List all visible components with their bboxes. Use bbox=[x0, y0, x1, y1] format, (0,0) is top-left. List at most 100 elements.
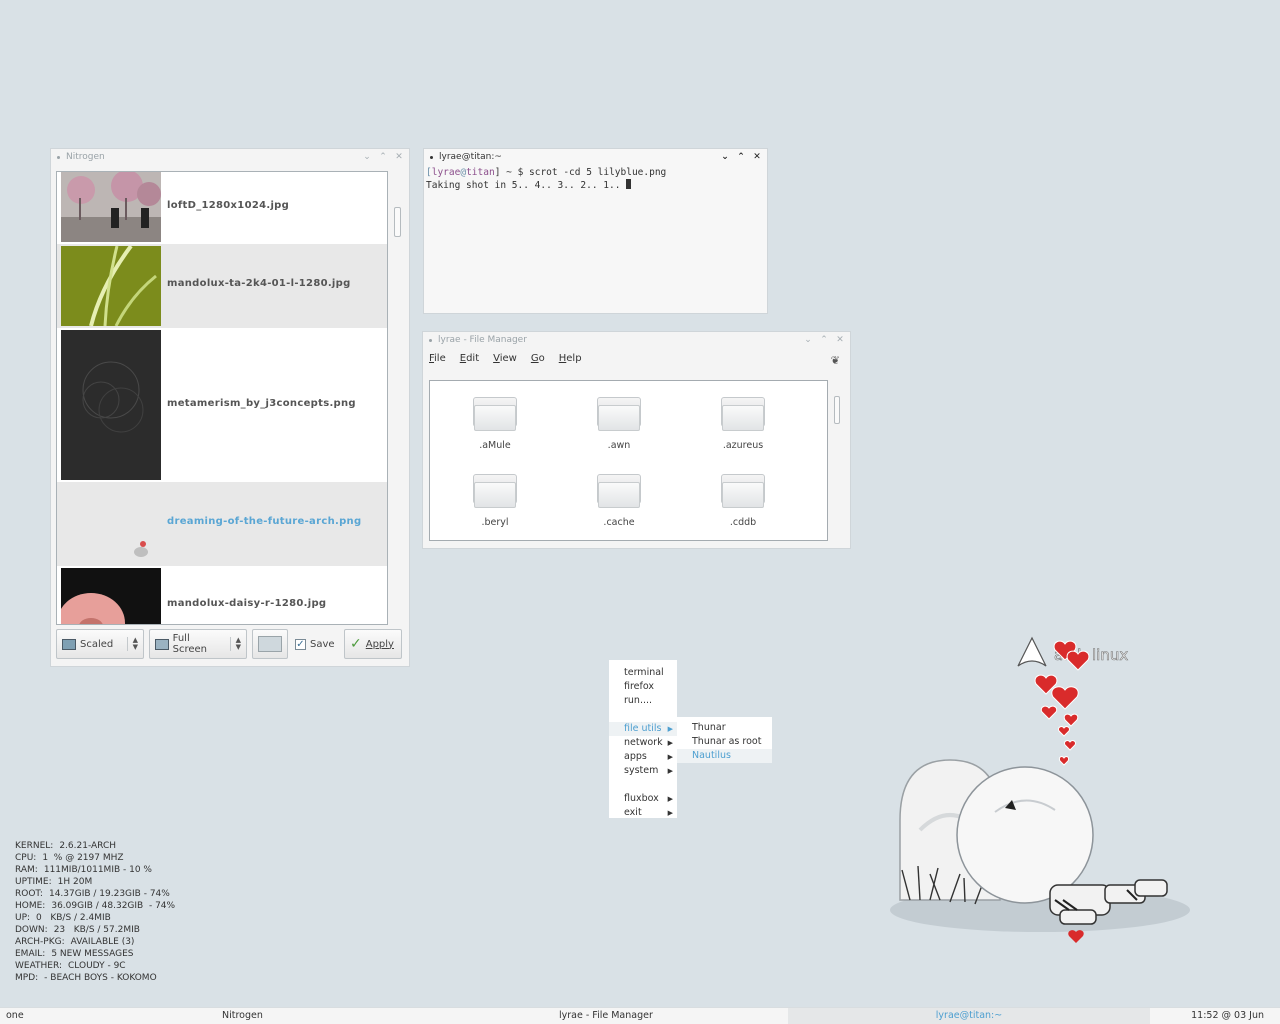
apply-label: Apply bbox=[365, 638, 394, 650]
close-icon[interactable]: ✕ bbox=[836, 336, 844, 345]
window-menu-icon[interactable] bbox=[429, 338, 432, 342]
file-name: mandolux-ta-2k4-01-l-1280.jpg bbox=[167, 278, 351, 289]
list-item[interactable]: metamerism_by_j3concepts.png bbox=[57, 328, 387, 482]
folder-item[interactable]: .beryl bbox=[455, 474, 535, 528]
command-output: Taking shot in 5.. 4.. 3.. 2.. 1.. bbox=[426, 180, 627, 191]
submenu-item-thunar-root[interactable]: Thunar as root bbox=[677, 735, 772, 749]
monitor-icon bbox=[155, 638, 169, 650]
terminal-window: lyrae@titan:~ ⌄ ⌃ ✕ [lyrae@titan] ~ $ sc… bbox=[423, 148, 768, 314]
root-menu: terminal firefox run.... file utils ▶ net… bbox=[609, 660, 677, 818]
folder-item[interactable]: .cache bbox=[579, 474, 659, 528]
folder-icon bbox=[597, 397, 641, 431]
menu-item-network[interactable]: network ▶ bbox=[609, 736, 677, 750]
updown-arrows-icon: ▲ ▼ bbox=[229, 637, 241, 651]
monitor-row: UPTIME: 1H 20M bbox=[15, 877, 93, 887]
terminal-output[interactable]: [lyrae@titan] ~ $ scrot -cd 5 lilyblue.p… bbox=[426, 167, 666, 192]
menu-item-apps[interactable]: apps ▶ bbox=[609, 750, 677, 764]
list-item[interactable]: mandolux-ta-2k4-01-l-1280.jpg bbox=[57, 244, 387, 328]
folder-name: .beryl bbox=[481, 517, 509, 528]
submenu-arrow-icon: ▶ bbox=[667, 753, 673, 761]
thumbnail-daisy bbox=[61, 568, 161, 624]
submenu-arrow-icon: ▶ bbox=[667, 809, 673, 817]
list-item[interactable]: dreaming-of-the-future-arch.png bbox=[57, 482, 387, 566]
throbber-icon: ❦ bbox=[830, 354, 840, 367]
nitrogen-title: Nitrogen bbox=[66, 152, 105, 162]
folder-name: .aMule bbox=[479, 440, 511, 451]
menu-item-run[interactable]: run.... bbox=[609, 694, 677, 708]
submenu-item-thunar[interactable]: Thunar bbox=[677, 721, 772, 735]
menu-edit[interactable]: Edit bbox=[460, 353, 479, 364]
file-manager-titlebar[interactable]: lyrae - File Manager ⌄ ⌃ ✕ bbox=[423, 332, 850, 348]
terminal-output-line: Taking shot in 5.. 4.. 3.. 2.. 1.. bbox=[426, 179, 666, 192]
folder-view-scrollbar[interactable] bbox=[834, 396, 840, 424]
menu-item-file-utils[interactable]: file utils ▶ bbox=[609, 722, 677, 736]
mode-select[interactable]: Scaled ▲ ▼ bbox=[56, 629, 144, 659]
close-icon[interactable]: ✕ bbox=[395, 153, 403, 162]
window-menu-icon[interactable] bbox=[57, 155, 60, 159]
folder-icon bbox=[721, 397, 765, 431]
folder-icon bbox=[597, 474, 641, 508]
nitrogen-titlebar[interactable]: Nitrogen ⌄ ⌃ ✕ bbox=[51, 149, 409, 165]
list-item[interactable]: loftD_1280x1024.jpg bbox=[57, 172, 387, 244]
monitor-row: HOME: 36.09GIB / 48.32GIB - 74% bbox=[15, 901, 176, 911]
maximize-icon[interactable]: ⌃ bbox=[820, 336, 828, 345]
monitor-icon bbox=[62, 638, 76, 650]
taskbar: one Nitrogen lyrae - File Manager lyrae@… bbox=[0, 1007, 1280, 1024]
menu-item-terminal[interactable]: terminal bbox=[609, 666, 677, 680]
color-swatch bbox=[258, 636, 282, 652]
task-file-manager[interactable]: lyrae - File Manager bbox=[559, 1008, 653, 1024]
apply-button[interactable]: ✓ Apply bbox=[344, 629, 402, 659]
folder-item[interactable]: .azureus bbox=[703, 397, 783, 451]
close-icon[interactable]: ✕ bbox=[753, 153, 761, 162]
folder-item[interactable]: .awn bbox=[579, 397, 659, 451]
monitor-row: WEATHER: CLOUDY - 9C bbox=[15, 961, 126, 971]
wallpaper-list-scrollbar[interactable] bbox=[394, 207, 401, 237]
folder-name: .cddb bbox=[729, 517, 757, 528]
wallpaper-list[interactable]: loftD_1280x1024.jpg mandolux-ta-2k4-01-l… bbox=[56, 171, 388, 625]
background-color-button[interactable] bbox=[252, 629, 288, 659]
prompt-host: titan bbox=[466, 167, 495, 178]
folder-name: .cache bbox=[603, 517, 635, 528]
folder-item[interactable]: .aMule bbox=[455, 397, 535, 451]
minimize-icon[interactable]: ⌄ bbox=[363, 153, 371, 162]
save-checkbox-wrap[interactable]: ✓ Save bbox=[293, 629, 339, 659]
submenu-arrow-icon: ▶ bbox=[667, 725, 673, 733]
menu-item-fluxbox[interactable]: fluxbox ▶ bbox=[609, 792, 677, 806]
file-name: loftD_1280x1024.jpg bbox=[167, 200, 290, 211]
terminal-prompt-line: [lyrae@titan] ~ $ scrot -cd 5 lilyblue.p… bbox=[426, 167, 666, 179]
menu-item-exit[interactable]: exit ▶ bbox=[609, 806, 677, 820]
screen-select-value: Full Screen bbox=[172, 633, 208, 655]
task-nitrogen[interactable]: Nitrogen bbox=[222, 1008, 263, 1024]
task-terminal[interactable]: lyrae@titan:~ bbox=[788, 1008, 1150, 1024]
menu-view[interactable]: View bbox=[493, 353, 517, 364]
minimize-icon[interactable]: ⌄ bbox=[804, 336, 812, 345]
folder-view[interactable]: .aMule .awn .azureus .beryl .cache .cddb bbox=[429, 380, 828, 541]
folder-icon bbox=[473, 397, 517, 431]
maximize-icon[interactable]: ⌃ bbox=[379, 153, 387, 162]
maximize-icon[interactable]: ⌃ bbox=[737, 153, 745, 162]
monitor-row: CPU: 1 % @ 2197 MHZ bbox=[15, 853, 124, 863]
monitor-row: KERNEL: 2.6.21-ARCH bbox=[15, 841, 117, 851]
submenu-item-nautilus[interactable]: Nautilus bbox=[677, 749, 772, 763]
prompt-user: lyrae bbox=[431, 167, 461, 178]
save-checkbox[interactable]: ✓ bbox=[295, 638, 306, 650]
menu-help[interactable]: Help bbox=[559, 353, 582, 364]
minimize-icon[interactable]: ⌄ bbox=[721, 153, 729, 162]
menu-item-firefox[interactable]: firefox bbox=[609, 680, 677, 694]
folder-name: .awn bbox=[607, 440, 631, 451]
thumbnail-dreaming bbox=[61, 484, 161, 564]
workspace-name[interactable]: one bbox=[6, 1008, 24, 1024]
file-utils-submenu: Thunar Thunar as root Nautilus bbox=[677, 717, 772, 763]
save-label: Save bbox=[310, 638, 335, 650]
thumbnail-loft bbox=[61, 172, 161, 242]
window-menu-icon[interactable] bbox=[430, 155, 433, 159]
folder-icon bbox=[721, 474, 765, 508]
menu-file[interactable]: File bbox=[429, 353, 446, 364]
folder-item[interactable]: .cddb bbox=[703, 474, 783, 528]
menu-item-system[interactable]: system ▶ bbox=[609, 764, 677, 778]
checkmark-icon: ✓ bbox=[350, 636, 362, 652]
list-item[interactable]: mandolux-daisy-r-1280.jpg bbox=[57, 566, 387, 624]
screen-select[interactable]: Full Screen ▲ ▼ bbox=[149, 629, 247, 659]
terminal-titlebar[interactable]: lyrae@titan:~ ⌄ ⌃ ✕ bbox=[424, 149, 767, 165]
menu-go[interactable]: Go bbox=[531, 353, 545, 364]
